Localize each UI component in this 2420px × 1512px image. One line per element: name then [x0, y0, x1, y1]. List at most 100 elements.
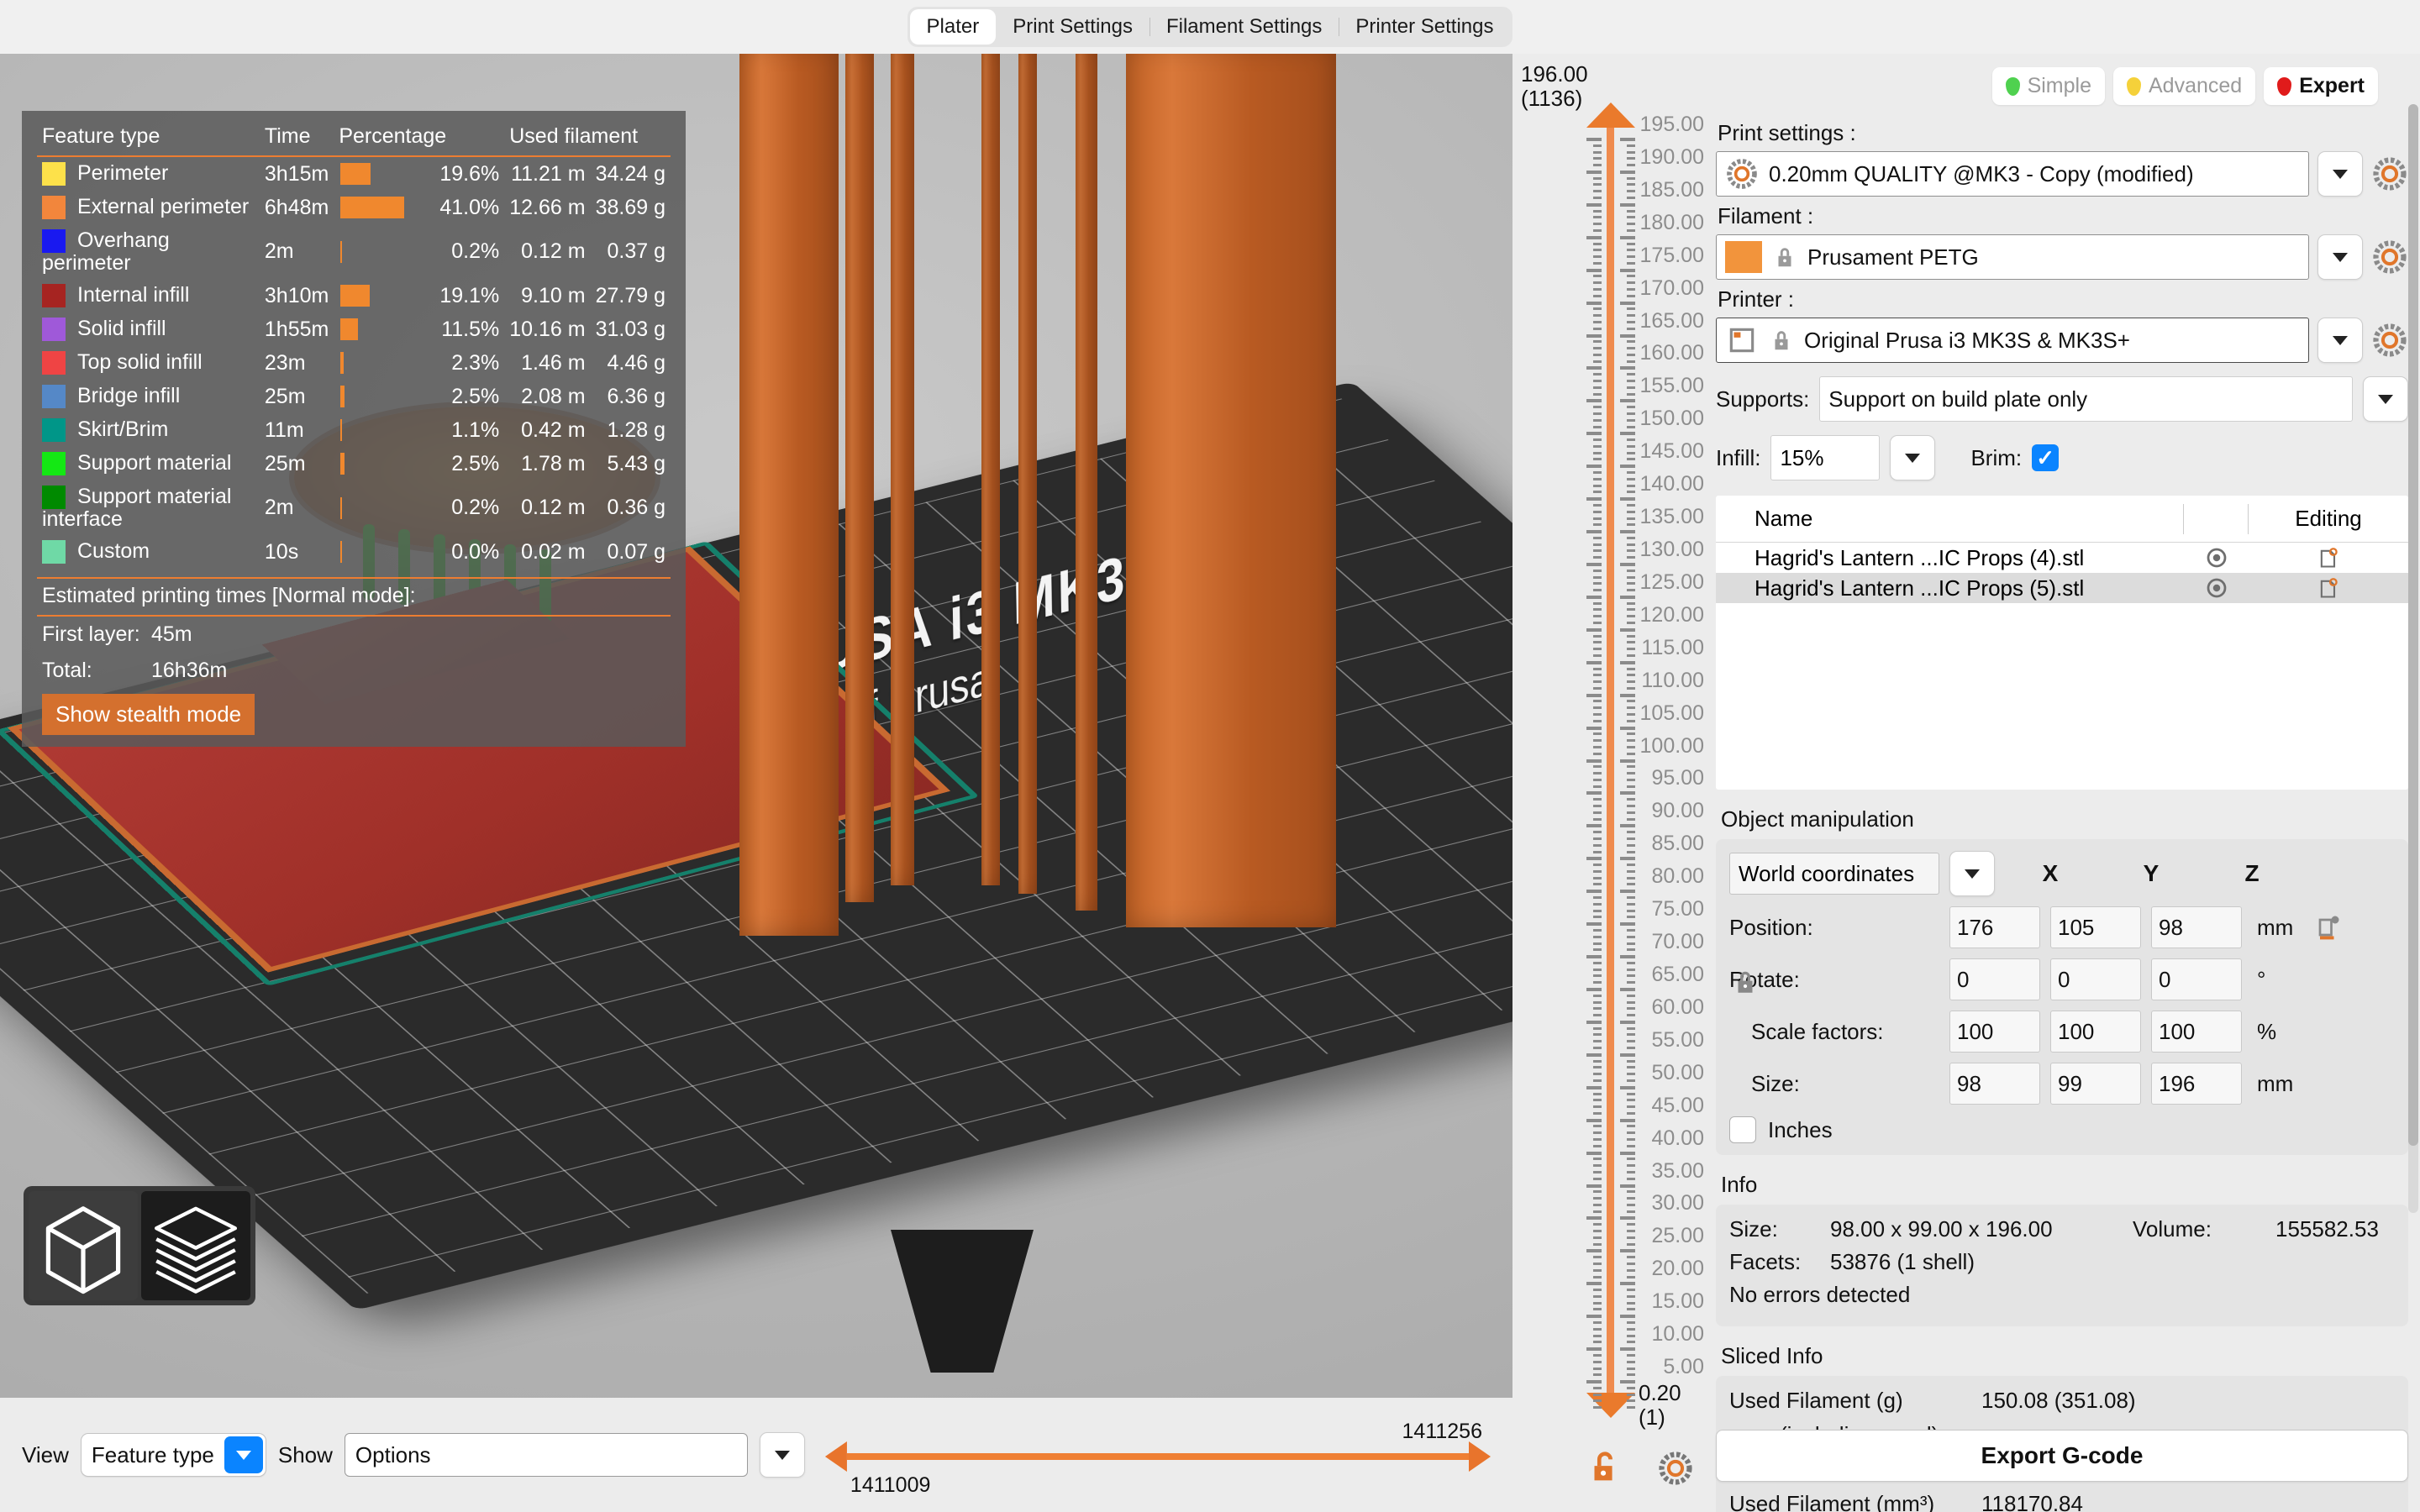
uniform-scale-lock-icon[interactable] — [1731, 965, 1760, 999]
layer-slider-tick — [1620, 1347, 1635, 1352]
advanced-mode-dot-icon — [2126, 76, 2141, 96]
printer-edit-gear-icon[interactable] — [2371, 322, 2408, 359]
layer-slider-tick — [1586, 1151, 1602, 1155]
print-settings-edit-gear-icon[interactable] — [2371, 155, 2408, 192]
moves-slider-right-handle[interactable] — [1469, 1441, 1491, 1472]
export-gcode-button[interactable]: Export G-code — [1716, 1430, 2408, 1482]
infill-chevron-down-icon[interactable] — [1890, 435, 1936, 480]
3d-viewport[interactable]: ORIGINAL PRUSA i3 MK3 by Josef Prusa Fea… — [0, 54, 1512, 1398]
position-y-input[interactable]: 105 — [2050, 906, 2141, 948]
show-input[interactable]: Options — [344, 1433, 748, 1477]
moves-slider-track[interactable] — [846, 1453, 1469, 1460]
layer-slider-minor-tick — [1627, 1294, 1635, 1298]
object-edit-button[interactable] — [2249, 545, 2408, 570]
inches-checkbox[interactable] — [1729, 1116, 1756, 1143]
layer-slider-minor-tick — [1593, 935, 1602, 938]
position-x-input[interactable]: 176 — [1949, 906, 2040, 948]
scale-z-input[interactable]: 100 — [2151, 1011, 2242, 1053]
layer-slider-tick-label: 165.00 — [1639, 308, 1704, 333]
tab-print-settings[interactable]: Print Settings — [996, 9, 1150, 45]
layer-slider-minor-tick — [1593, 1373, 1602, 1377]
view-select[interactable]: Feature type — [80, 1433, 266, 1477]
printer-combo[interactable]: Original Prusa i3 MK3S & MK3S+ — [1716, 318, 2309, 363]
layer-slider-tick — [1586, 988, 1602, 991]
layer-slider-minor-tick — [1593, 1047, 1602, 1050]
scale-x-input[interactable]: 100 — [1949, 1011, 2040, 1053]
gear-icon[interactable] — [1657, 1450, 1694, 1487]
layer-slider-tick-label: 185.00 — [1639, 177, 1704, 202]
layer-slider-minor-tick — [1593, 575, 1602, 579]
brim-checkbox[interactable]: ✓ — [2032, 444, 2060, 471]
layer-slider-minor-tick — [1627, 451, 1635, 454]
infill-label: Infill: — [1716, 444, 1761, 470]
size-x-input[interactable]: 98 — [1949, 1063, 2040, 1105]
tab-plater[interactable]: Plater — [909, 9, 997, 45]
scale-y-input[interactable]: 100 — [2050, 1011, 2141, 1053]
layer-slider-lower-handle[interactable] — [1586, 1393, 1635, 1418]
object-visibility-toggle[interactable] — [2185, 545, 2249, 570]
filament-combo[interactable]: Prusament PETG — [1716, 234, 2309, 280]
moves-slider-left-handle[interactable] — [824, 1441, 847, 1472]
object-manipulation-panel: World coordinates X Y Z Position: 176 10… — [1716, 839, 2408, 1155]
rotate-unit: ° — [2257, 966, 2266, 992]
mode-advanced-button[interactable]: Advanced — [2112, 67, 2256, 105]
print-settings-combo[interactable]: 0.20mm QUALITY @MK3 - Copy (modified) — [1716, 151, 2309, 197]
layer-slider-track[interactable] — [1607, 119, 1614, 1394]
layer-slider-minor-tick — [1593, 1353, 1602, 1357]
layer-slider-tick-label: 95.00 — [1651, 766, 1704, 790]
moves-slider[interactable]: 1411009 1411256 — [824, 1420, 1491, 1497]
rotate-z-input[interactable]: 0 — [2151, 958, 2242, 1000]
coordinate-system-chevron-down-icon[interactable] — [1949, 851, 1995, 896]
legend-weight-cell: 1.28 g — [607, 417, 666, 442]
filament-chevron-down-icon[interactable] — [2317, 234, 2363, 280]
layer-slider-minor-tick — [1627, 543, 1635, 546]
layer-slider-tick-label: 5.00 — [1663, 1355, 1704, 1379]
rotate-x-input[interactable]: 0 — [1949, 958, 2040, 1000]
layer-slider-minor-tick — [1593, 648, 1602, 651]
eye-icon — [2207, 578, 2227, 598]
position-z-input[interactable]: 98 — [2151, 906, 2242, 948]
legend-row: Overhang perimeter 2m 0.2% 0.12 m 0.37 g — [37, 224, 671, 279]
print-settings-chevron-down-icon[interactable] — [2317, 151, 2363, 197]
object-visibility-toggle[interactable] — [2185, 575, 2249, 601]
legend-weight-cell: 5.43 g — [607, 451, 666, 475]
layer-slider-minor-tick — [1627, 831, 1635, 834]
size-z-input[interactable]: 196 — [2151, 1063, 2242, 1105]
layer-slider-tick-label: 55.00 — [1651, 1027, 1704, 1052]
infill-input[interactable]: 15% — [1770, 435, 1881, 480]
layer-slider-tick — [1586, 497, 1602, 501]
tab-printer-settings[interactable]: Printer Settings — [1339, 9, 1510, 45]
layer-slider[interactable]: 196.00 (1136) 195.00 190.00 185.00 180.00 17… — [1512, 54, 1704, 1512]
layer-slider-minor-tick — [1593, 1164, 1602, 1168]
show-select-chevron-down-icon[interactable] — [759, 1432, 805, 1478]
layer-slider-tick — [1620, 1249, 1635, 1253]
show-stealth-mode-button[interactable]: Show stealth mode — [42, 694, 255, 735]
drop-to-bed-icon[interactable] — [2312, 912, 2343, 942]
coordinate-system-select[interactable]: World coordinates — [1729, 853, 1939, 895]
object-list[interactable]: Name Editing Hagrid's Lantern ...IC Prop… — [1716, 496, 2408, 790]
column-divider — [2183, 503, 2184, 534]
tab-filament-settings[interactable]: Filament Settings — [1149, 9, 1339, 45]
rotate-y-input[interactable]: 0 — [2050, 958, 2141, 1000]
layer-slider-minor-tick — [1627, 1308, 1635, 1311]
preview-layers-view-button[interactable] — [141, 1191, 250, 1300]
printer-chevron-down-icon[interactable] — [2317, 318, 2363, 363]
unlock-icon[interactable] — [1585, 1448, 1623, 1487]
layer-slider-tick-label: 40.00 — [1651, 1126, 1704, 1150]
model-pillar — [1018, 54, 1037, 894]
object-list-item[interactable]: Hagrid's Lantern ...IC Props (5).stl — [1716, 573, 2408, 603]
object-list-item[interactable]: Hagrid's Lantern ...IC Props (4).stl — [1716, 543, 2408, 573]
3d-editor-view-button[interactable] — [29, 1191, 138, 1300]
layer-slider-minor-tick — [1593, 831, 1602, 834]
object-edit-button[interactable] — [2249, 575, 2408, 601]
supports-chevron-down-icon[interactable] — [2363, 376, 2408, 422]
view-select-chevron-down-icon[interactable] — [224, 1436, 263, 1473]
filament-edit-gear-icon[interactable] — [2371, 239, 2408, 276]
sidebar-scrollbar-thumb[interactable] — [2408, 104, 2418, 1146]
supports-combo[interactable]: Support on build plate only — [1819, 376, 2353, 422]
size-y-input[interactable]: 99 — [2050, 1063, 2141, 1105]
mode-expert-button[interactable]: Expert — [2264, 67, 2378, 105]
layer-slider-minor-tick — [1627, 242, 1635, 245]
mode-simple-button[interactable]: Simple — [1991, 67, 2105, 105]
layer-slider-minor-tick — [1593, 850, 1602, 853]
